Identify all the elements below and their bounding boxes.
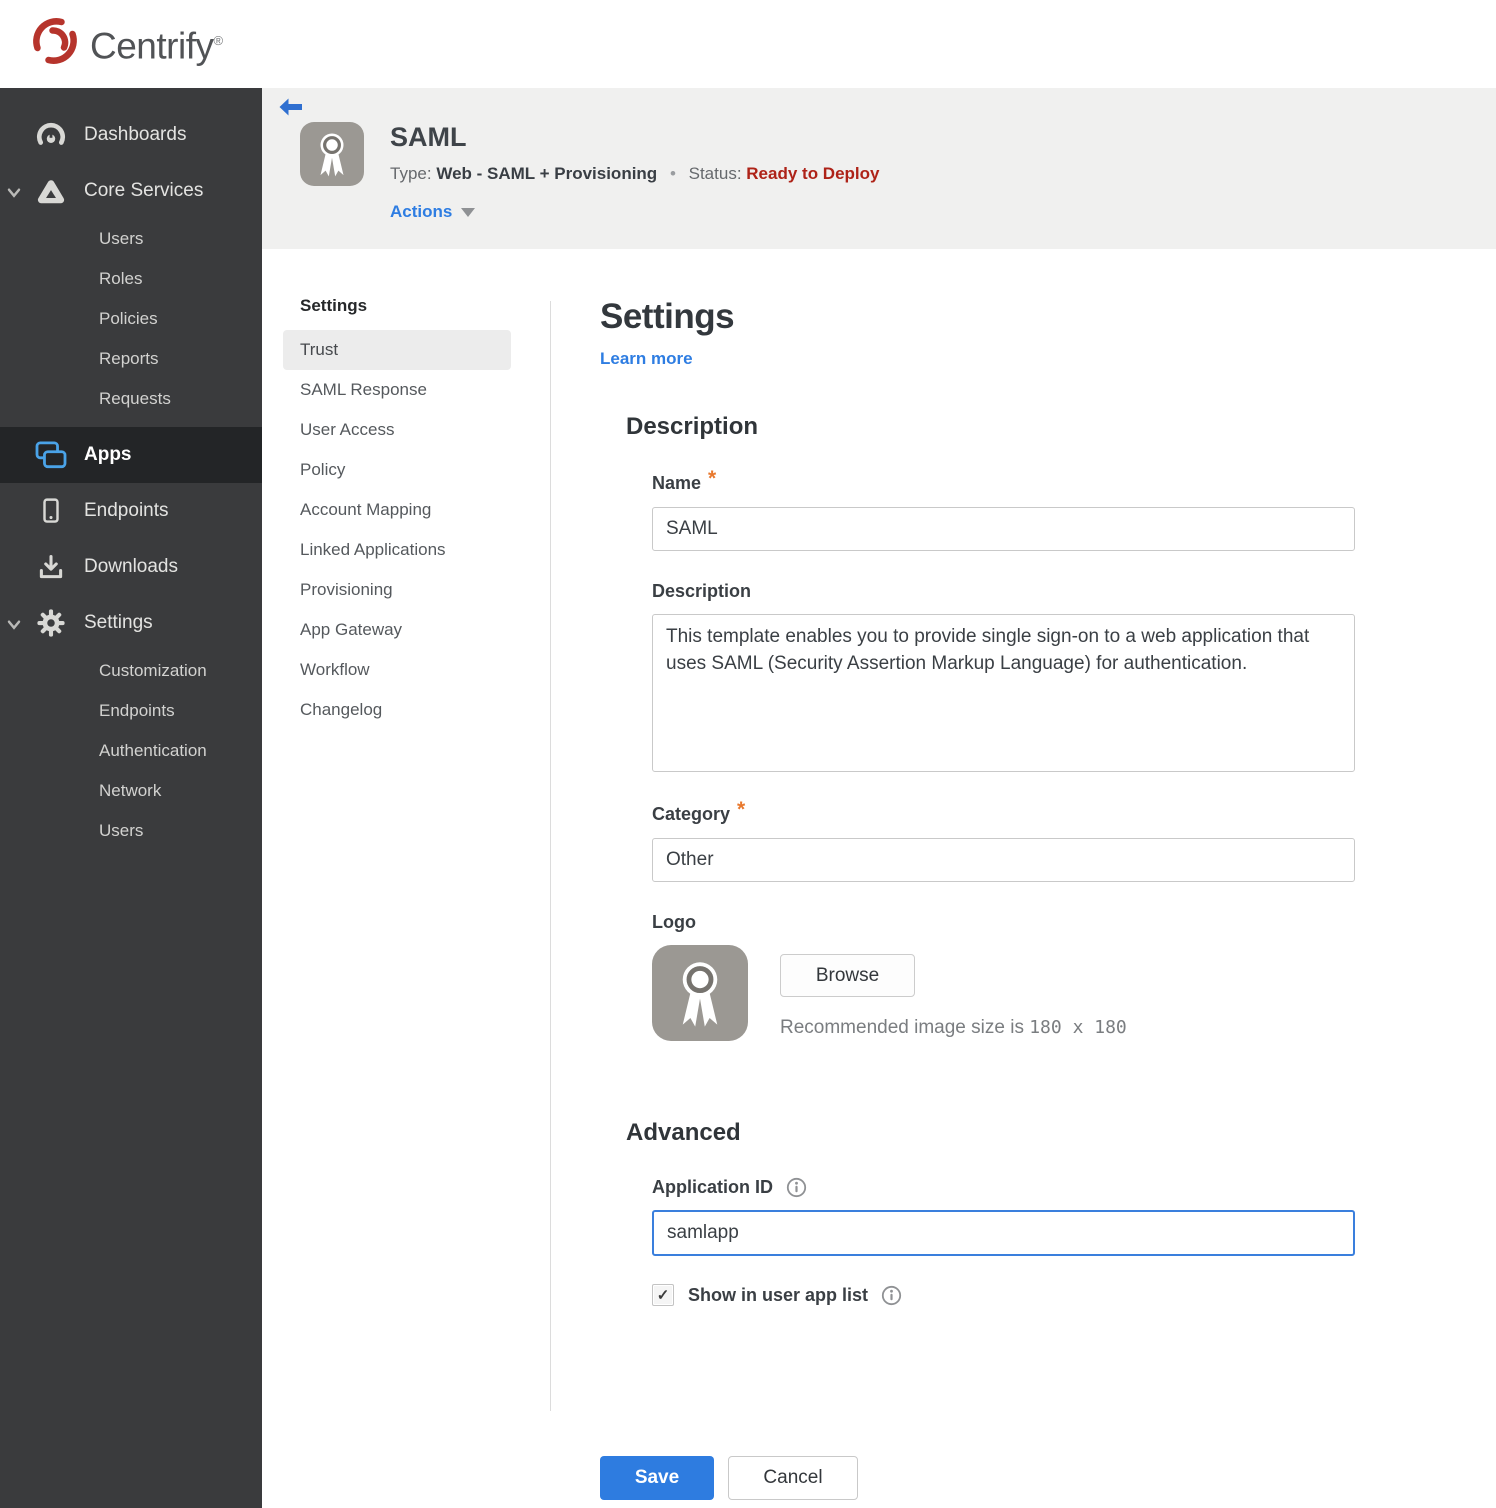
- meta-separator: •: [669, 164, 676, 183]
- description-section-heading: Description: [626, 413, 759, 440]
- mobile-device-icon: [34, 496, 68, 526]
- subnav-item-policy[interactable]: Policy: [283, 450, 511, 490]
- vertical-divider: [550, 301, 551, 1411]
- settings-subnav: Settings Trust SAML Response User Access…: [283, 296, 511, 730]
- app-meta: Type: Web - SAML + Provisioning • Status…: [390, 164, 879, 184]
- subnav-item-linked-applications[interactable]: Linked Applications: [283, 530, 511, 570]
- sidebar-item-label: Endpoints: [84, 500, 169, 521]
- info-icon[interactable]: [881, 1285, 902, 1306]
- sidebar-item-label: Apps: [84, 444, 132, 465]
- subnav-item-account-mapping[interactable]: Account Mapping: [283, 490, 511, 530]
- sidebar-item-roles[interactable]: Roles: [0, 259, 262, 299]
- sidebar-item-users[interactable]: Users: [0, 219, 262, 259]
- check-icon: ✓: [656, 1287, 670, 1304]
- description-section: Description Name * Description This temp…: [600, 413, 1370, 1041]
- name-label: Name *: [652, 467, 717, 493]
- app-header: SAML Type: Web - SAML + Provisioning • S…: [262, 88, 1496, 249]
- app-logo: [300, 122, 364, 186]
- cancel-button[interactable]: Cancel: [728, 1456, 858, 1500]
- application-id-field[interactable]: [652, 1210, 1355, 1256]
- name-field[interactable]: [652, 507, 1355, 551]
- download-icon: [34, 553, 68, 581]
- actions-dropdown[interactable]: Actions: [390, 202, 476, 222]
- status-label: Status:: [688, 164, 742, 183]
- sidebar-item-downloads[interactable]: Downloads: [0, 539, 262, 595]
- sidebar-item-reports[interactable]: Reports: [0, 339, 262, 379]
- gear-icon: [34, 608, 68, 638]
- award-ribbon-icon: [320, 133, 344, 177]
- description-field[interactable]: This template enables you to provide sin…: [652, 614, 1355, 772]
- page: Centrify® Dashboards Core Services Users…: [0, 0, 1496, 1508]
- info-icon[interactable]: [786, 1177, 807, 1198]
- save-button[interactable]: Save: [600, 1456, 714, 1500]
- sidebar: Dashboards Core Services Users Roles Pol…: [0, 88, 262, 1508]
- sidebar-item-requests[interactable]: Requests: [0, 379, 262, 419]
- actions-label: Actions: [390, 202, 453, 221]
- advanced-section: Advanced Application ID ✓ Show in user a…: [600, 1119, 1370, 1500]
- description-label: Description: [652, 581, 752, 601]
- show-in-app-list-label: Show in user app list: [688, 1284, 869, 1305]
- advanced-section-heading: Advanced: [626, 1119, 741, 1146]
- category-label: Category *: [652, 798, 746, 824]
- sidebar-item-network[interactable]: Network: [0, 771, 262, 811]
- form-footer: Save Cancel: [600, 1456, 1355, 1500]
- sidebar-item-label: Dashboards: [84, 124, 187, 145]
- chevron-down-icon: [7, 614, 21, 636]
- sidebar-item-dashboards[interactable]: Dashboards: [0, 107, 262, 163]
- logo-preview: [652, 945, 748, 1041]
- status-badge: Ready to Deploy: [746, 164, 880, 183]
- subnav-item-workflow[interactable]: Workflow: [283, 650, 511, 690]
- back-arrow-icon[interactable]: [279, 98, 303, 122]
- sidebar-item-core-services[interactable]: Core Services: [0, 163, 262, 219]
- brand-name: Centrify®: [90, 25, 223, 67]
- learn-more-link[interactable]: Learn more: [600, 349, 693, 369]
- application-id-label: Application ID: [652, 1177, 1355, 1198]
- sidebar-item-label: Core Services: [84, 180, 204, 201]
- apps-icon: [34, 441, 68, 469]
- content-area: Settings Trust SAML Response User Access…: [262, 249, 1496, 1508]
- show-in-app-list-checkbox[interactable]: ✓: [652, 1284, 674, 1306]
- sidebar-item-label: Downloads: [84, 556, 178, 577]
- logo-label: Logo: [652, 912, 696, 932]
- sidebar-item-endpoints[interactable]: Endpoints: [0, 483, 262, 539]
- subnav-item-app-gateway[interactable]: App Gateway: [283, 610, 511, 650]
- core-services-icon: [34, 176, 68, 206]
- sidebar-item-endpoints-settings[interactable]: Endpoints: [0, 691, 262, 731]
- required-asterisk: *: [737, 798, 746, 821]
- category-field[interactable]: [652, 838, 1355, 882]
- subnav-item-changelog[interactable]: Changelog: [283, 690, 511, 730]
- sidebar-item-customization[interactable]: Customization: [0, 651, 262, 691]
- subnav-item-provisioning[interactable]: Provisioning: [283, 570, 511, 610]
- sidebar-item-users-settings[interactable]: Users: [0, 811, 262, 851]
- trademark-symbol: ®: [213, 33, 223, 49]
- subnav-item-saml-response[interactable]: SAML Response: [283, 370, 511, 410]
- chevron-down-icon: [7, 182, 21, 204]
- award-ribbon-icon: [682, 962, 718, 1027]
- subnav-item-user-access[interactable]: User Access: [283, 410, 511, 450]
- caret-down-icon: [461, 207, 476, 217]
- main-panel: Settings Learn more Description Name * D…: [600, 297, 1370, 1500]
- sidebar-item-settings[interactable]: Settings: [0, 595, 262, 651]
- sidebar-item-apps[interactable]: Apps: [0, 427, 262, 483]
- top-bar: Centrify®: [0, 0, 1496, 88]
- show-in-app-list-row: ✓ Show in user app list: [652, 1284, 1355, 1306]
- brand-logo: Centrify®: [30, 16, 223, 71]
- subnav-item-trust[interactable]: Trust: [283, 330, 511, 370]
- subnav-header: Settings: [300, 296, 368, 315]
- sidebar-item-authentication[interactable]: Authentication: [0, 731, 262, 771]
- page-title: Settings: [600, 297, 735, 336]
- browse-button[interactable]: Browse: [780, 954, 915, 997]
- recommended-size-text: Recommended image size is 180 x 180: [780, 1017, 1127, 1038]
- type-label: Type:: [390, 164, 432, 183]
- type-value: Web - SAML + Provisioning: [436, 164, 658, 183]
- app-title: SAML: [390, 122, 467, 152]
- gauge-icon: [34, 120, 68, 150]
- required-asterisk: *: [708, 467, 717, 490]
- sidebar-item-label: Settings: [84, 612, 153, 633]
- sidebar-item-policies[interactable]: Policies: [0, 299, 262, 339]
- centrify-swirl-icon: [33, 18, 77, 65]
